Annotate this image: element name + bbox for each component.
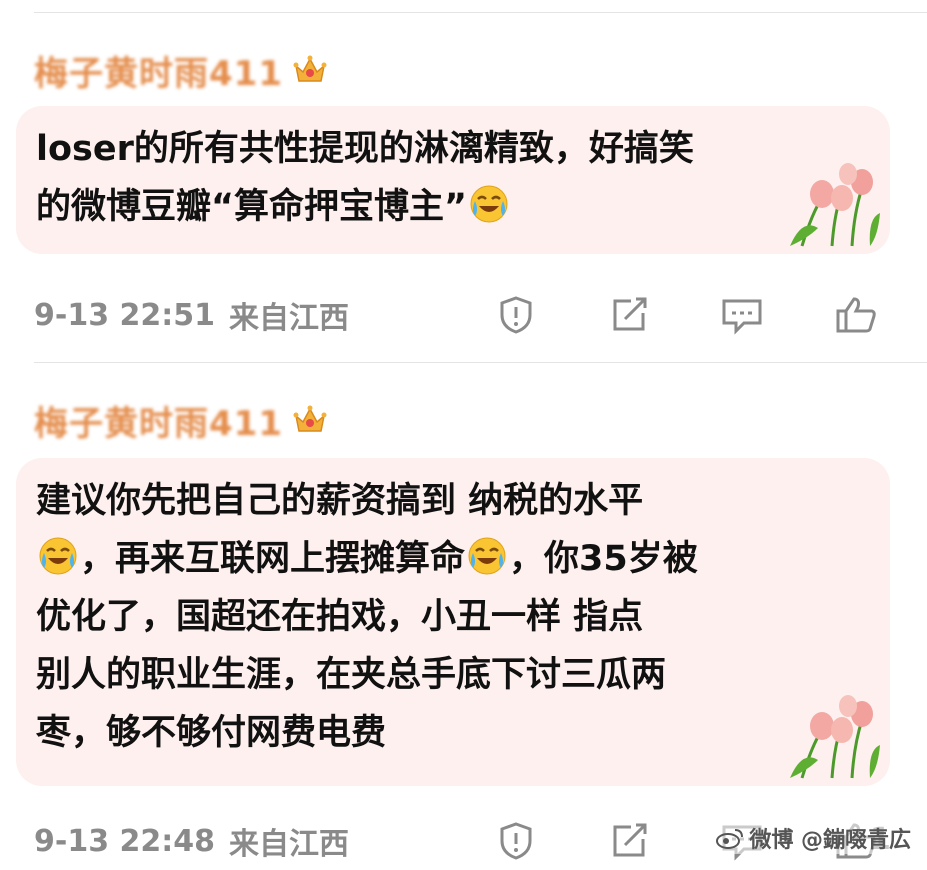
comment-button[interactable] [720,295,764,335]
comment-text-line: 优化了，国超还在拍戏，小丑一样 指点 [36,597,644,637]
divider [34,12,927,13]
timestamp: 9-13 22:48 [34,823,216,859]
location: 来自江西 [229,301,350,336]
divider [34,362,927,363]
share-icon [613,297,647,331]
laugh-cry-emoji [39,537,77,575]
comment-text-line: 建议你先把自己的薪资搞到 纳税的水平 [36,481,644,521]
timestamp: 9-13 22:51 [34,297,216,333]
tulip-decoration [790,163,880,247]
comment-bubble: 建议你先把自己的薪资搞到 纳税的水平 ，再来互联网上摆摊算命 ，你35岁被 优化了… [16,458,890,786]
report-icon [500,296,532,334]
comment-text-line: ，再来互联网上摆摊算命 [80,539,466,579]
comment-text: loser的所有共性提现的淋漓精致，好搞笑 的微博豆瓣“算命押宝博主” [36,120,780,236]
comment-bubble: loser的所有共性提现的淋漓精致，好搞笑 的微博豆瓣“算命押宝博主” [16,106,890,254]
laugh-cry-emoji [470,185,508,223]
crown-icon [293,405,327,432]
share-icon [613,823,647,857]
report-button[interactable] [494,821,538,861]
share-button[interactable] [607,821,651,861]
comment-text-line: loser的所有共性提现的淋漓精致，好搞笑 [36,129,694,169]
comment-author-row[interactable]: 梅子黄时雨411 [34,396,327,444]
watermark: 微博 @鏰啜青広 [711,822,915,854]
weibo-logo-icon [716,829,744,849]
comment-author-row[interactable]: 梅子黄时雨411 [34,46,327,94]
author-name[interactable]: 梅子黄时雨411 [34,46,283,95]
watermark-text: 微博 @鏰啜青広 [749,828,911,853]
comment-text-line: ，你35岁被 [509,539,698,579]
comment-text-line: 别人的职业生涯，在夹总手底下讨三瓜两 [36,655,667,695]
share-button[interactable] [607,295,651,335]
report-button[interactable] [494,295,538,335]
comment-text: 建议你先把自己的薪资搞到 纳税的水平 ，再来互联网上摆摊算命 ，你35岁被 优化了… [36,472,780,762]
crown-icon [293,55,327,82]
comment-text-line: 的微博豆瓣“算命押宝博主” [36,187,468,227]
author-name[interactable]: 梅子黄时雨411 [34,396,283,445]
comment-icon [722,299,762,335]
comment-footer: 9-13 22:51 来自江西 [34,290,927,340]
like-icon [836,297,876,333]
laugh-cry-emoji [468,537,506,575]
tulip-decoration [790,695,880,779]
report-icon [500,822,532,860]
location: 来自江西 [229,827,350,862]
like-button[interactable] [834,295,878,335]
comment-text-line: 枣，够不够付网费电费 [36,713,387,753]
